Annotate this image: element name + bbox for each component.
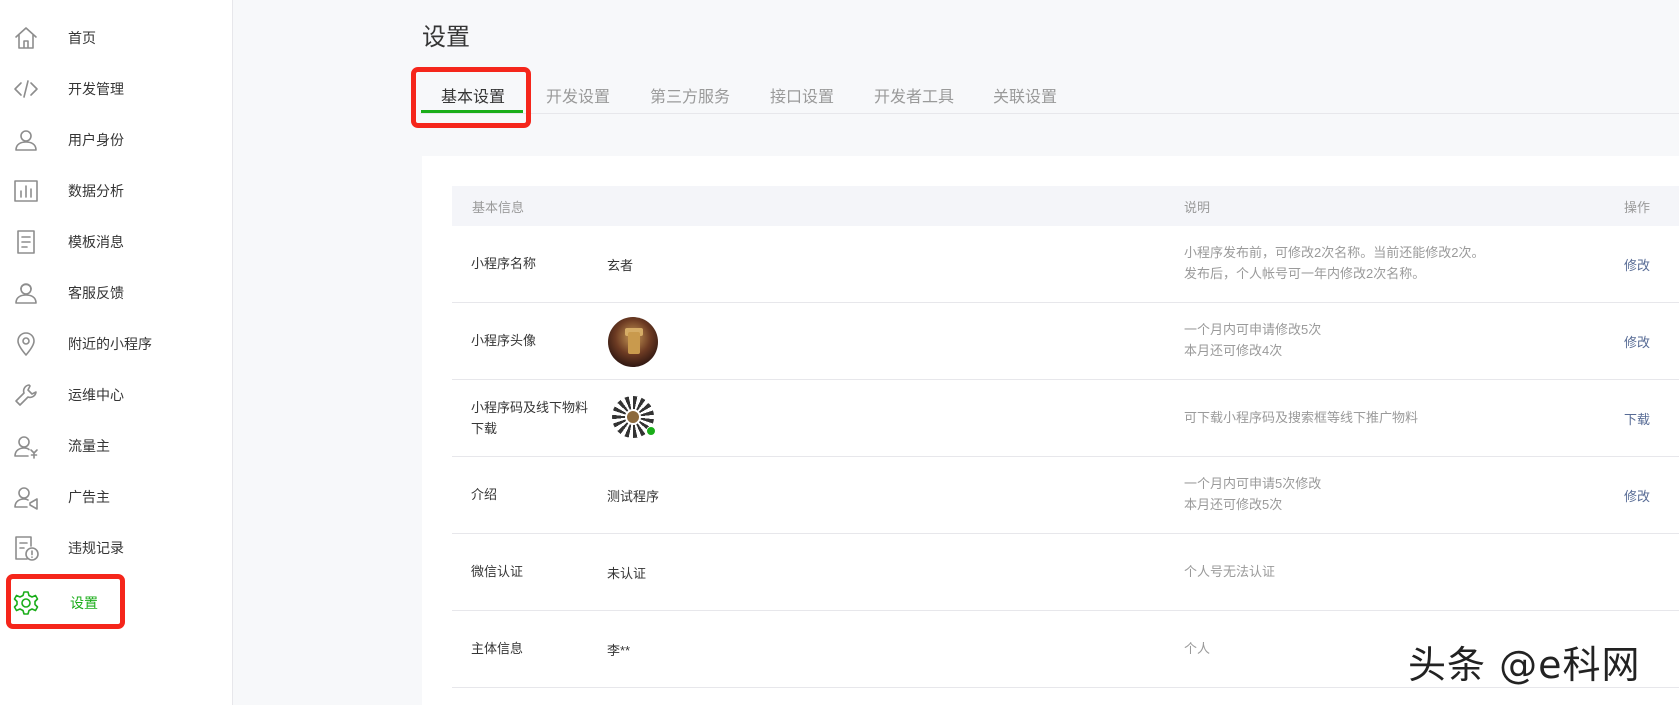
sidebar-item-user-identity[interactable]: 用户身份 bbox=[0, 114, 232, 165]
sidebar-item-dev-management[interactable]: 开发管理 bbox=[0, 63, 232, 114]
row-label: 微信认证 bbox=[471, 564, 524, 579]
sidebar-item-ops-center[interactable]: 运维中心 bbox=[0, 369, 232, 420]
settings-highlight-box bbox=[6, 574, 125, 629]
sidebar-item-data-analysis[interactable]: 数据分析 bbox=[0, 165, 232, 216]
sidebar-item-violation-record[interactable]: 违规记录 bbox=[0, 522, 232, 573]
sidebar-item-template-message[interactable]: 模板消息 bbox=[0, 216, 232, 267]
row-desc-line1: 个人号无法认证 bbox=[1184, 564, 1276, 579]
row-desc-line2: 本月还可修改5次 bbox=[1184, 497, 1283, 512]
row-value: 玄者 bbox=[607, 258, 634, 273]
row-desc-line2: 本月还可修改4次 bbox=[1184, 343, 1283, 358]
sidebar-item-customer-feedback[interactable]: 客服反馈 bbox=[0, 267, 232, 318]
user-yen-icon bbox=[12, 432, 40, 460]
download-link[interactable]: 下载 bbox=[1624, 409, 1650, 428]
header-description: 说明 bbox=[1184, 200, 1211, 215]
row-desc-line1: 可下载小程序码及搜索框等线下推广物料 bbox=[1184, 410, 1419, 425]
tab-bar: 基本设置 开发设置 第三方服务 接口设置 开发者工具 关联设置 bbox=[420, 78, 1679, 114]
row-label: 介绍 bbox=[471, 487, 498, 502]
sidebar-item-label: 数据分析 bbox=[68, 182, 124, 199]
basic-info-panel: 基本信息 说明 操作 小程序名称 玄者 小程序发布前，可修改2次名称。当前还能修… bbox=[422, 156, 1679, 705]
sidebar-item-label: 广告主 bbox=[68, 488, 110, 505]
header-basic-info: 基本信息 bbox=[472, 200, 525, 215]
sidebar-item-home[interactable]: 首页 bbox=[0, 12, 232, 63]
sidebar-item-advertiser[interactable]: 广告主 bbox=[0, 471, 232, 522]
location-pin-icon bbox=[12, 330, 40, 358]
row-desc-line1: 小程序发布前，可修改2次名称。当前还能修改2次。 bbox=[1184, 245, 1485, 260]
row-label: 小程序码及线下物料下载 bbox=[471, 400, 589, 436]
table-row-avatar: 小程序头像 一个月内可申请修改5次 本月还可修改4次 修改 bbox=[452, 303, 1679, 380]
row-label: 小程序头像 bbox=[471, 333, 537, 348]
home-icon bbox=[12, 24, 40, 52]
row-desc-line1: 个人 bbox=[1184, 641, 1211, 656]
row-label: 小程序名称 bbox=[471, 256, 537, 271]
sidebar-item-traffic-owner[interactable]: 流量主 bbox=[0, 420, 232, 471]
table-row-wechat-cert: 微信认证 未认证 个人号无法认证 bbox=[452, 534, 1679, 611]
row-value: 李** bbox=[607, 643, 631, 658]
tab-api-settings[interactable]: 接口设置 bbox=[770, 83, 834, 107]
watermark: 头条 @e科网 bbox=[1408, 643, 1641, 687]
miniprogram-code-image bbox=[610, 394, 656, 440]
sidebar-item-label: 客服反馈 bbox=[68, 284, 124, 301]
bar-chart-icon bbox=[12, 177, 40, 205]
sidebar-item-label: 违规记录 bbox=[68, 539, 124, 556]
table-header: 基本信息 说明 操作 bbox=[452, 186, 1679, 226]
sidebar-item-label: 流量主 bbox=[68, 437, 110, 454]
code-icon bbox=[12, 75, 40, 103]
table-row-qrcode: 小程序码及线下物料下载 可下载小程序码及搜索框等线下推广物料 下载 bbox=[452, 380, 1679, 457]
modify-name-link[interactable]: 修改 bbox=[1624, 255, 1650, 274]
modify-intro-link[interactable]: 修改 bbox=[1624, 486, 1650, 505]
row-desc-line1: 一个月内可申请5次修改 bbox=[1184, 476, 1322, 491]
modify-avatar-link[interactable]: 修改 bbox=[1624, 332, 1650, 351]
sidebar-item-label: 用户身份 bbox=[68, 131, 124, 148]
table-row-name: 小程序名称 玄者 小程序发布前，可修改2次名称。当前还能修改2次。 发布后，个人… bbox=[452, 226, 1679, 303]
user-megaphone-icon bbox=[12, 483, 40, 511]
avatar bbox=[608, 317, 658, 367]
row-value: 未认证 bbox=[607, 566, 647, 581]
sidebar-item-label: 运维中心 bbox=[68, 386, 124, 403]
row-desc-line2: 发布后，个人帐号可一年内修改2次名称。 bbox=[1184, 266, 1426, 281]
tab-developer-tools[interactable]: 开发者工具 bbox=[874, 83, 954, 107]
row-label: 主体信息 bbox=[471, 641, 524, 656]
wrench-icon bbox=[12, 381, 40, 409]
sidebar-item-label: 模板消息 bbox=[68, 233, 124, 250]
tab-related-settings[interactable]: 关联设置 bbox=[993, 83, 1057, 107]
tab-highlight-box bbox=[411, 67, 531, 128]
document-icon bbox=[12, 228, 40, 256]
header-action: 操作 bbox=[1624, 200, 1651, 215]
sidebar-item-label: 附近的小程序 bbox=[68, 335, 152, 352]
tab-third-party-services[interactable]: 第三方服务 bbox=[650, 83, 730, 107]
row-desc-line1: 一个月内可申请修改5次 bbox=[1184, 322, 1322, 337]
row-value: 测试程序 bbox=[607, 489, 660, 504]
violation-record-icon bbox=[12, 534, 40, 562]
table-row-intro: 介绍 测试程序 一个月内可申请5次修改 本月还可修改5次 修改 bbox=[452, 457, 1679, 534]
customer-service-icon bbox=[12, 279, 40, 307]
sidebar-item-label: 开发管理 bbox=[68, 80, 124, 97]
sidebar-item-label: 首页 bbox=[68, 29, 96, 46]
user-icon bbox=[12, 126, 40, 154]
page-title: 设置 bbox=[422, 24, 470, 51]
sidebar-item-nearby-miniprogram[interactable]: 附近的小程序 bbox=[0, 318, 232, 369]
tab-dev-settings[interactable]: 开发设置 bbox=[546, 83, 610, 107]
